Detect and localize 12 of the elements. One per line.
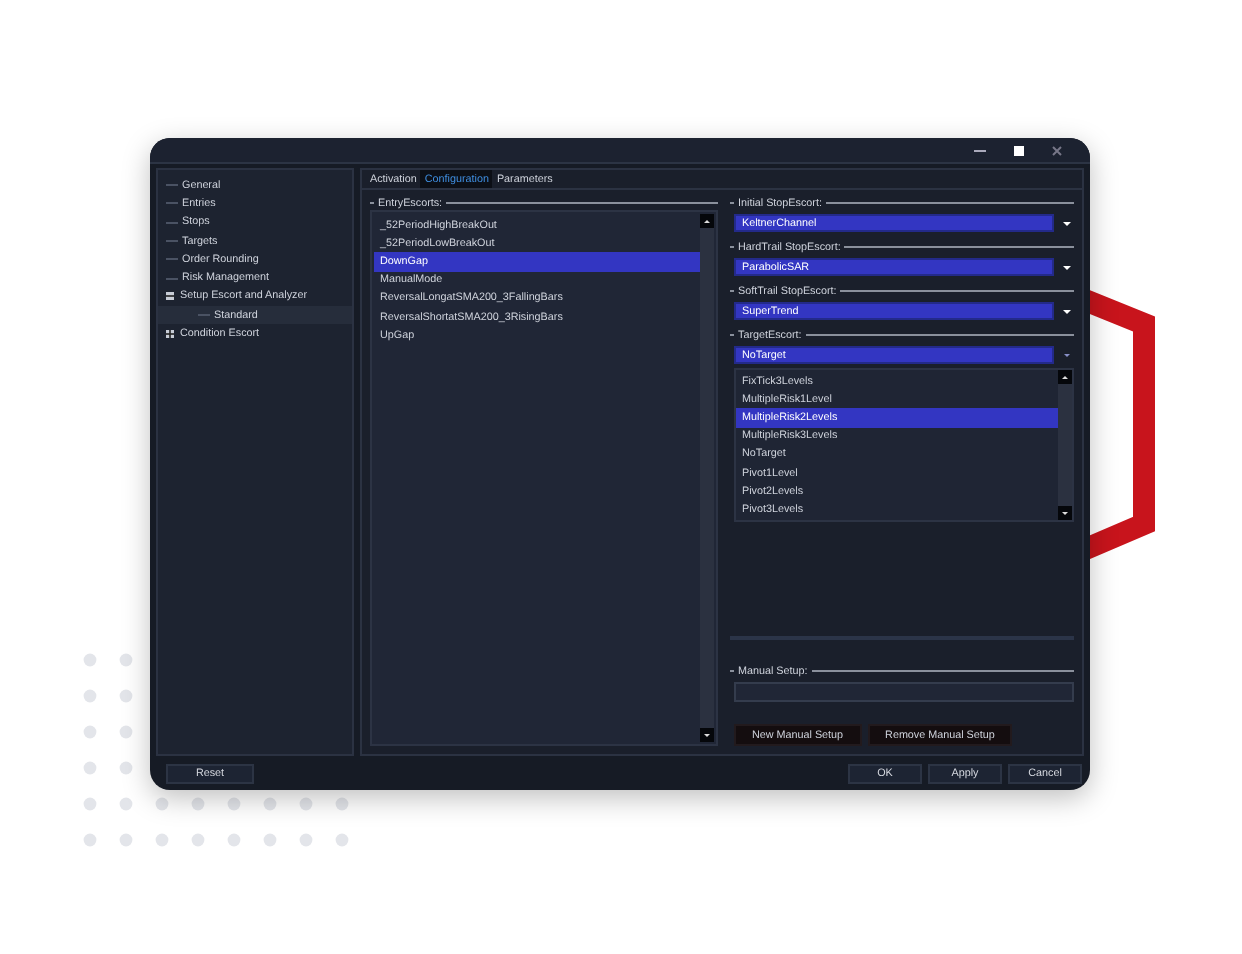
- minimize-icon[interactable]: [974, 144, 986, 156]
- scroll-down-icon[interactable]: [700, 728, 714, 742]
- scroll-up-icon[interactable]: [1058, 370, 1072, 384]
- expand-icon[interactable]: [166, 330, 174, 339]
- scrollbar[interactable]: [1058, 370, 1072, 519]
- scroll-up-icon[interactable]: [700, 214, 714, 228]
- maximize-icon[interactable]: [1014, 145, 1024, 155]
- manual-setup-field[interactable]: [734, 682, 1074, 702]
- scrollbar[interactable]: [700, 214, 714, 742]
- scroll-down-icon[interactable]: [1058, 505, 1072, 519]
- collapse-icon[interactable]: [166, 292, 174, 301]
- close-icon[interactable]: [1052, 145, 1062, 155]
